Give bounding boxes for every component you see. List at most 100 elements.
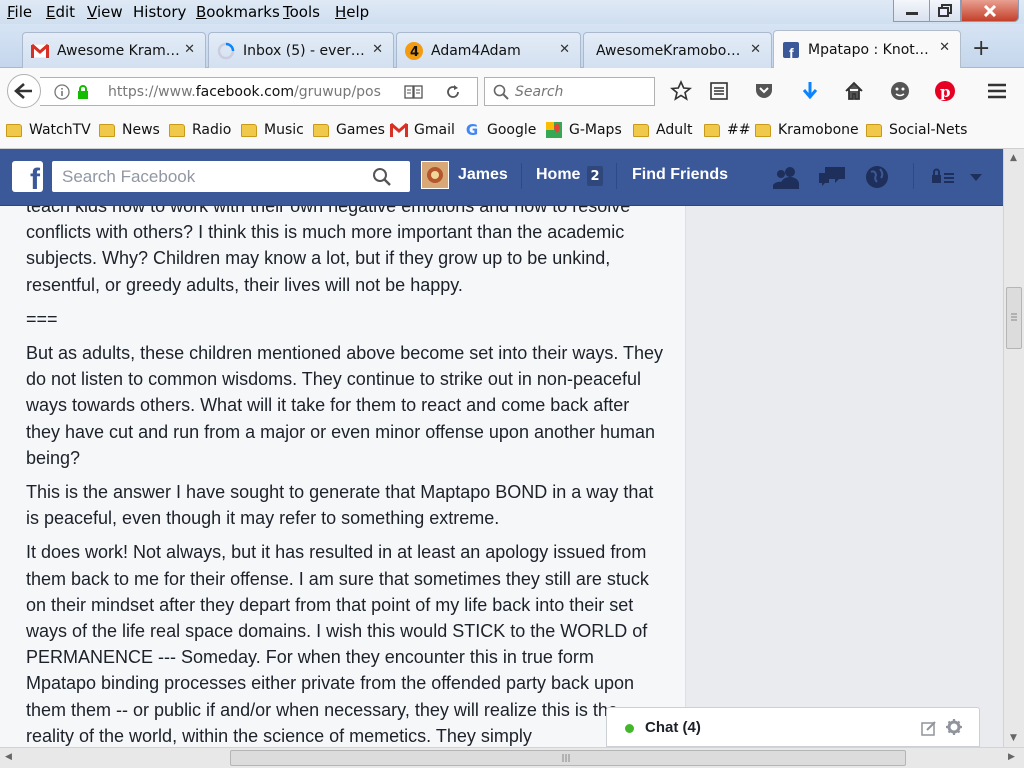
divider — [913, 163, 914, 189]
bookmark-social-nets[interactable]: Social-Nets — [866, 122, 967, 138]
find-friends-link[interactable]: Find Friends — [632, 166, 728, 184]
home-icon[interactable] — [841, 78, 867, 104]
scroll-left-arrow-icon[interactable]: ◀ — [5, 752, 12, 762]
emoji-extension-icon[interactable] — [887, 78, 913, 104]
divider — [616, 163, 617, 189]
right-sidebar — [686, 206, 1003, 747]
home-count-badge: 2 — [587, 166, 603, 186]
horizontal-scroll-thumb[interactable] — [230, 750, 906, 766]
tab-awesomekramobone[interactable]: AwesomeKramobo… ✕ — [583, 32, 772, 68]
tab-inbox[interactable]: Inbox (5) - ever… ✕ — [208, 32, 394, 68]
folder-icon — [313, 123, 329, 137]
chat-label: Chat (4) — [645, 719, 701, 736]
new-message-icon[interactable] — [921, 720, 937, 736]
reader-view-icon[interactable] — [404, 84, 424, 100]
bookmark-games[interactable]: Games — [313, 122, 385, 138]
facebook-logo[interactable]: f — [12, 161, 43, 192]
bookmark-news[interactable]: News — [99, 122, 160, 138]
maximize-button[interactable] — [929, 0, 961, 22]
menu-bookmarks[interactable]: Bookmarks — [196, 3, 280, 21]
scroll-right-arrow-icon[interactable]: ▶ — [1008, 752, 1015, 762]
post-paragraph: But as adults, these children mentioned … — [26, 343, 664, 468]
bookmark-gmaps[interactable]: G-Maps — [545, 122, 622, 138]
home-link[interactable]: Home — [536, 166, 580, 184]
tab-mpatapo[interactable]: f Mpatapo : Knot… ✕ — [773, 30, 961, 69]
pocket-icon[interactable] — [751, 78, 777, 104]
post-paragraph: === — [26, 308, 58, 329]
info-icon[interactable] — [54, 84, 70, 100]
bookmark-music[interactable]: Music — [241, 122, 304, 138]
url-bar[interactable]: https://www.facebook.com/gruwup/pos — [40, 77, 478, 106]
hamburger-menu-icon[interactable] — [984, 78, 1010, 104]
folder-icon — [241, 123, 257, 137]
restore-icon — [938, 4, 952, 17]
bookmarks-menu-icon[interactable] — [706, 78, 732, 104]
google-icon: G — [465, 121, 479, 139]
menu-file[interactable]: File — [7, 3, 32, 21]
post-body: teach kids how to work with their own ne… — [26, 206, 666, 747]
menu-help[interactable]: Help — [335, 3, 369, 21]
bookmark-radio[interactable]: Radio — [169, 122, 231, 138]
bookmark-google[interactable]: G Google — [463, 121, 537, 139]
menu-history[interactable]: History — [133, 3, 186, 21]
minimize-icon — [905, 11, 918, 15]
svg-text:f: f — [789, 45, 794, 58]
url-text[interactable]: https://www.facebook.com/gruwup/pos — [108, 84, 381, 100]
account-menu-chevron-down-icon[interactable] — [961, 163, 991, 191]
profile-link[interactable]: James — [458, 166, 508, 184]
folder-icon — [633, 123, 649, 137]
search-bar[interactable]: Search — [484, 77, 655, 106]
reload-icon[interactable] — [444, 83, 462, 101]
horizontal-scrollbar[interactable]: ◀ ▶ — [0, 747, 1024, 768]
back-button[interactable] — [7, 74, 41, 108]
close-window-button[interactable] — [961, 0, 1019, 22]
scroll-down-arrow-icon[interactable]: ▼ — [1010, 733, 1017, 743]
maps-icon — [545, 122, 563, 138]
vertical-scroll-thumb[interactable] — [1006, 287, 1022, 349]
downloads-icon[interactable] — [797, 78, 823, 104]
back-arrow-icon — [14, 83, 32, 99]
adam4adam-icon: 4 — [405, 41, 423, 60]
tab-close-icon[interactable]: ✕ — [372, 42, 383, 57]
tab-close-icon[interactable]: ✕ — [939, 40, 950, 55]
facebook-header: f Search Facebook James Home 2 Find Frie… — [0, 149, 1003, 206]
bookmark-star-icon[interactable] — [668, 78, 694, 104]
gear-icon[interactable] — [945, 718, 963, 736]
post-paragraph: It does work! Not always, but it has res… — [26, 542, 649, 746]
chat-tab[interactable]: Chat (4) — [606, 707, 980, 747]
folder-icon — [99, 123, 115, 137]
notifications-globe-icon[interactable] — [862, 163, 892, 191]
folder-icon — [755, 123, 771, 137]
facebook-search-input[interactable]: Search Facebook — [52, 161, 410, 192]
folder-icon — [6, 123, 22, 137]
menu-tools[interactable]: Tools — [283, 3, 320, 21]
bookmark-gmail[interactable]: Gmail — [390, 122, 455, 138]
bookmark-adult[interactable]: Adult — [633, 122, 692, 138]
search-placeholder: Search — [515, 84, 564, 100]
close-icon — [983, 4, 997, 17]
svg-text:4: 4 — [410, 45, 419, 60]
messages-icon[interactable] — [817, 163, 847, 191]
menu-view[interactable]: View — [87, 3, 123, 21]
friend-requests-icon[interactable] — [771, 163, 801, 191]
search-icon[interactable] — [372, 167, 392, 187]
avatar[interactable] — [421, 161, 449, 189]
bookmark-watchtv[interactable]: WatchTV — [6, 122, 91, 138]
post-paragraph: teach kids how to work with their own ne… — [26, 206, 631, 295]
bookmark-hashes[interactable]: ## — [704, 122, 750, 138]
vertical-scrollbar[interactable]: ▲ ▼ — [1003, 149, 1024, 747]
bookmark-kramobone[interactable]: Kramobone — [755, 122, 859, 138]
menu-edit[interactable]: Edit — [46, 3, 75, 21]
tab-close-icon[interactable]: ✕ — [184, 42, 195, 57]
privacy-shortcuts-icon[interactable] — [928, 163, 958, 191]
minimize-button[interactable] — [893, 0, 930, 22]
pinterest-icon[interactable]: p — [932, 78, 958, 104]
folder-icon — [704, 123, 720, 137]
tab-close-icon[interactable]: ✕ — [559, 42, 570, 57]
tab-gmail[interactable]: Awesome Kram… ✕ — [22, 32, 206, 68]
scroll-up-arrow-icon[interactable]: ▲ — [1010, 153, 1017, 163]
tab-adam4adam[interactable]: 4 Adam4Adam ✕ — [396, 32, 581, 68]
bookmarks-toolbar: WatchTV News Radio Music Games Gmail G Go… — [0, 114, 1024, 149]
new-tab-button[interactable]: + — [972, 36, 990, 61]
tab-close-icon[interactable]: ✕ — [750, 42, 761, 57]
